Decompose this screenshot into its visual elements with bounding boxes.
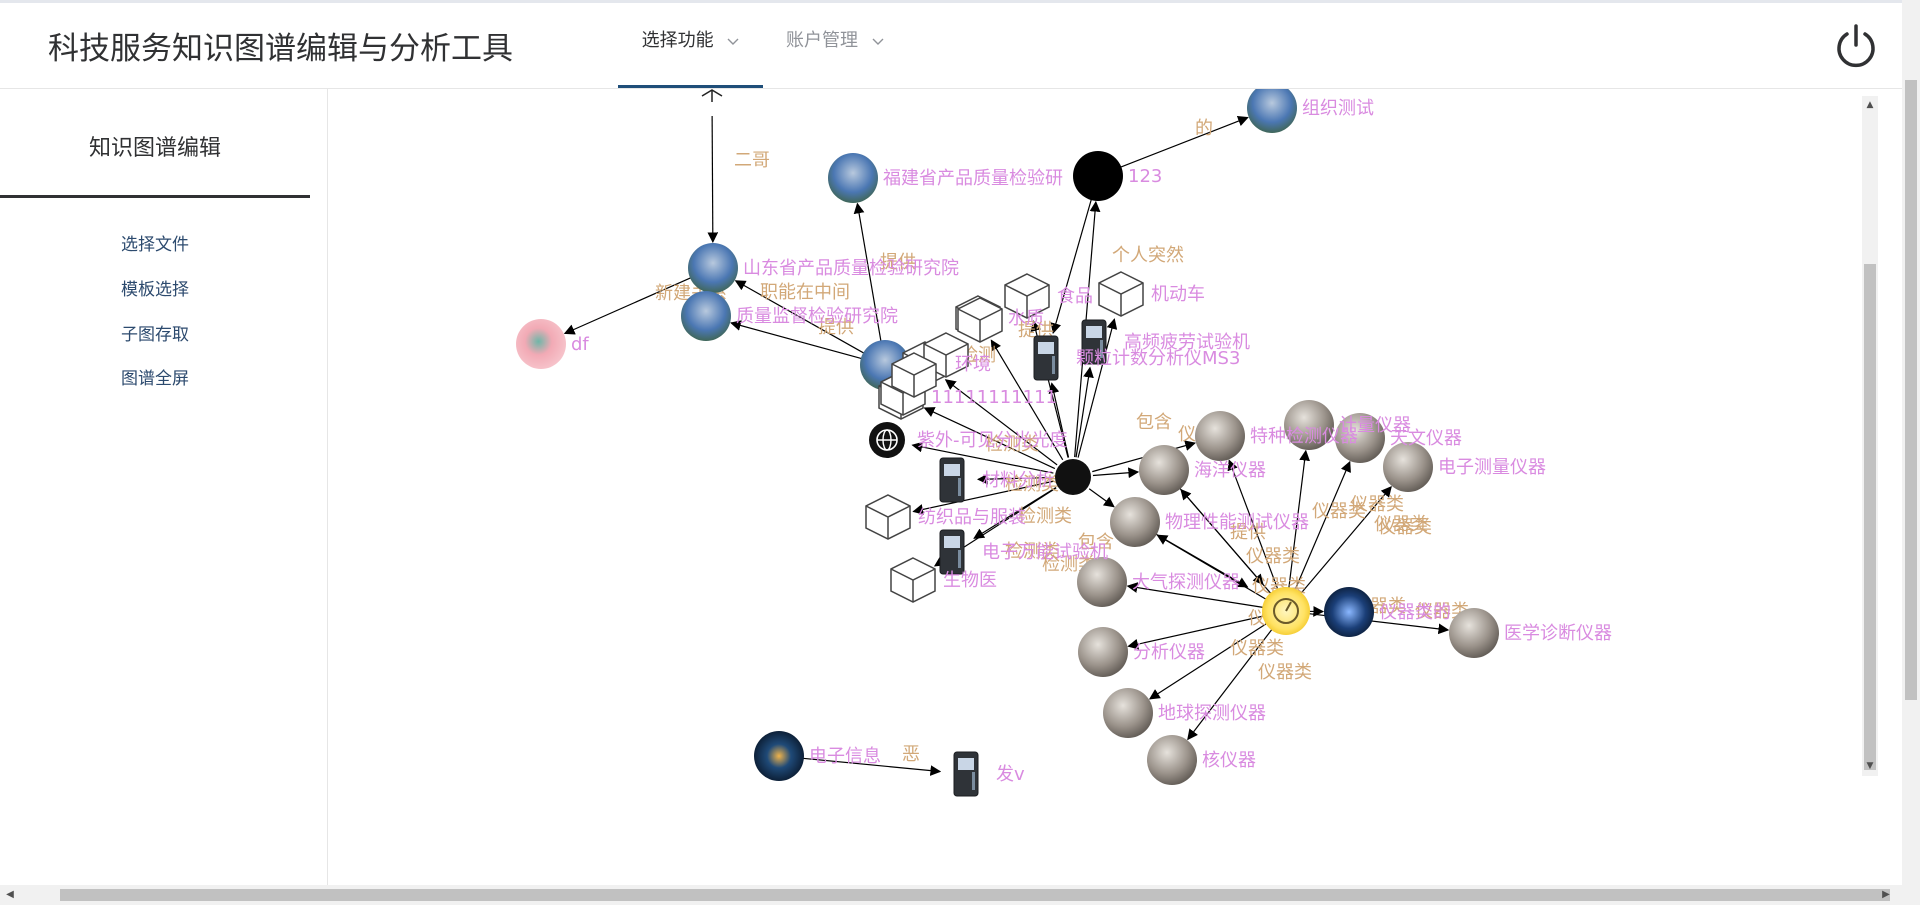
cube-icon[interactable] — [865, 494, 911, 540]
horizontal-scrollbar[interactable]: ◀ ▶ — [0, 885, 1920, 905]
node-label: 123 — [1128, 166, 1162, 187]
sidebar-item-fullscreen[interactable]: 图谱全屏 — [0, 364, 310, 389]
scroll-up-icon[interactable]: ▲ — [1865, 100, 1875, 110]
edge-label: 包含 — [1136, 412, 1172, 433]
node-label: 生物医 — [943, 570, 997, 591]
node-label: 福建省产品质量检验研 — [883, 168, 1063, 189]
app-title: 科技服务知识图谱编辑与分析工具 — [48, 31, 513, 67]
node-label: 电子万能试验机 — [982, 542, 1108, 563]
knowledge-graph[interactable]: 二哥的提供新建关系 职能在中间提供个人突然检测提供包含包含检测类检测类检测类检测类… — [328, 89, 1870, 885]
node-label: 组织测试 — [1302, 98, 1374, 119]
scroll-down-icon[interactable]: ▼ — [1865, 761, 1875, 771]
header: 科技服务知识图谱编辑与分析工具 选择功能 账户管理 — [0, 3, 1920, 89]
scroll-left-icon[interactable]: ◀ — [4, 889, 16, 901]
node-label: 质量监督检验研究院 — [736, 306, 898, 327]
gauge-photo-node[interactable] — [1078, 627, 1128, 677]
node-label: 水质 — [1008, 308, 1044, 329]
edge-line — [1092, 467, 1140, 479]
gauge-photo-node[interactable] — [1147, 735, 1197, 785]
gauge-photo-node[interactable] — [1195, 411, 1245, 461]
edge-line — [1088, 488, 1115, 508]
blue-photo-node[interactable] — [1324, 587, 1374, 637]
machine-icon[interactable] — [939, 457, 965, 503]
hub-node[interactable] — [1055, 459, 1091, 495]
edge-label: 职能在中间 — [760, 282, 850, 303]
menu-account-label: 账户管理 — [786, 30, 858, 51]
node-label: 环境 — [955, 354, 991, 375]
node-label: 紫外-可见分光光度 — [917, 430, 1068, 451]
chevron-down-icon — [727, 3, 739, 79]
sidebar: 知识图谱编辑 选择文件 模板选择 子图存取 图谱全屏 — [0, 89, 328, 885]
sidebar-item-select-file[interactable]: 选择文件 — [0, 230, 310, 255]
graph-node-labels: 组织测试福建省产品质量检验研 123 山东省产品质量检验研究院 df 质量监督检验研究院… — [571, 98, 1612, 785]
node-label: 食品 — [1057, 286, 1093, 307]
node-label: 11111111111 — [931, 387, 1057, 408]
node-label: 仪器类的 — [1379, 602, 1451, 623]
node-label: 机动车 — [1151, 284, 1205, 305]
sidebar-heading: 知识图谱编辑 — [0, 89, 310, 198]
scroll-right-icon[interactable]: ▶ — [1880, 889, 1892, 901]
gauge-photo-node[interactable] — [1110, 497, 1160, 547]
sidebar-item-template[interactable]: 模板选择 — [0, 275, 310, 300]
edge-label: 仪器类 — [1258, 662, 1312, 683]
node-label: df — [571, 334, 589, 355]
edge-line — [707, 115, 719, 244]
node-label: 地球探测仪器 — [1158, 703, 1266, 724]
horizontal-scroll-thumb[interactable] — [60, 889, 1890, 901]
node-label: 物理性能测试仪器 — [1165, 512, 1309, 533]
arrow-head-icon — [701, 89, 723, 102]
building-photo-node[interactable] — [1247, 89, 1297, 133]
edge-label: 仪器类 — [1350, 494, 1404, 515]
node-label: 天文仪器 — [1390, 428, 1462, 449]
node-label: 分析仪器 — [1133, 642, 1205, 663]
page-scroll-thumb[interactable] — [1905, 80, 1917, 700]
node-label: 大气探测仪器 — [1132, 572, 1240, 593]
cube-icon[interactable] — [1098, 271, 1144, 317]
sidebar-item-subgraph[interactable]: 子图存取 — [0, 320, 310, 345]
edge-label: 恶 — [902, 744, 920, 765]
edge-label: 仪器类 — [1246, 546, 1300, 567]
graph-scroll-thumb[interactable] — [1864, 264, 1876, 770]
edge-label: 仪器类 — [1230, 638, 1284, 659]
node-label: 核仪器 — [1202, 750, 1256, 771]
machine-icon[interactable] — [939, 529, 965, 575]
pink-photo-node[interactable] — [516, 319, 566, 369]
building-photo-node[interactable] — [828, 153, 878, 203]
page-scrollbar[interactable] — [1902, 0, 1920, 885]
node-label: 纺织品与服装 — [918, 507, 1026, 528]
menu-account[interactable]: 账户管理 — [786, 3, 896, 85]
gauge-photo-node[interactable] — [1139, 445, 1189, 495]
node-label: 电子测量仪器 — [1438, 457, 1546, 478]
power-icon[interactable] — [1833, 23, 1879, 69]
menu-select-function-label: 选择功能 — [641, 30, 714, 51]
black-circle-node[interactable] — [1073, 151, 1123, 201]
gauge-photo-node[interactable] — [1449, 608, 1499, 658]
edge-label: 二哥 — [734, 150, 770, 171]
node-label: 医学诊断仪器 — [1504, 623, 1612, 644]
node-label: 颗粒计数分析仪MS3 — [1076, 348, 1240, 369]
dark-photo-node[interactable] — [754, 731, 804, 781]
gauge-photo-node[interactable] — [1383, 442, 1433, 492]
graph-scrollbar[interactable]: ▲ ▼ — [1862, 96, 1878, 776]
machine-icon[interactable] — [953, 751, 979, 797]
edge-label: 仪器类 — [1378, 517, 1432, 538]
building-photo-node[interactable] — [688, 243, 738, 293]
node-label: 海洋仪器 — [1194, 460, 1266, 481]
cube-icon[interactable] — [890, 557, 936, 603]
node-label: 山东省产品质量检验研究院 — [743, 258, 959, 279]
graph-canvas[interactable]: 二哥的提供 新建关系 职能在中间 提供 个人突然 检测 提供 包含 包含 检测类 检测类 检测类 检测类… — [328, 89, 1870, 885]
chevron-down-icon — [872, 3, 884, 79]
edge-label: 个人突然 — [1112, 245, 1184, 266]
gauge-photo-node[interactable] — [1103, 688, 1153, 738]
node-label: 发v — [996, 764, 1025, 785]
node-label: 材料分析 — [982, 470, 1054, 491]
edge-label: 检测类 — [1018, 506, 1072, 527]
building-photo-node[interactable] — [681, 291, 731, 341]
menu-select-function[interactable]: 选择功能 — [618, 3, 763, 88]
machine-icon[interactable] — [1033, 335, 1059, 381]
edge-label: 的 — [1195, 118, 1213, 139]
node-label: 电子信息 — [809, 746, 881, 767]
edge-line — [1116, 115, 1249, 170]
gauge-photo-node[interactable] — [1077, 557, 1127, 607]
